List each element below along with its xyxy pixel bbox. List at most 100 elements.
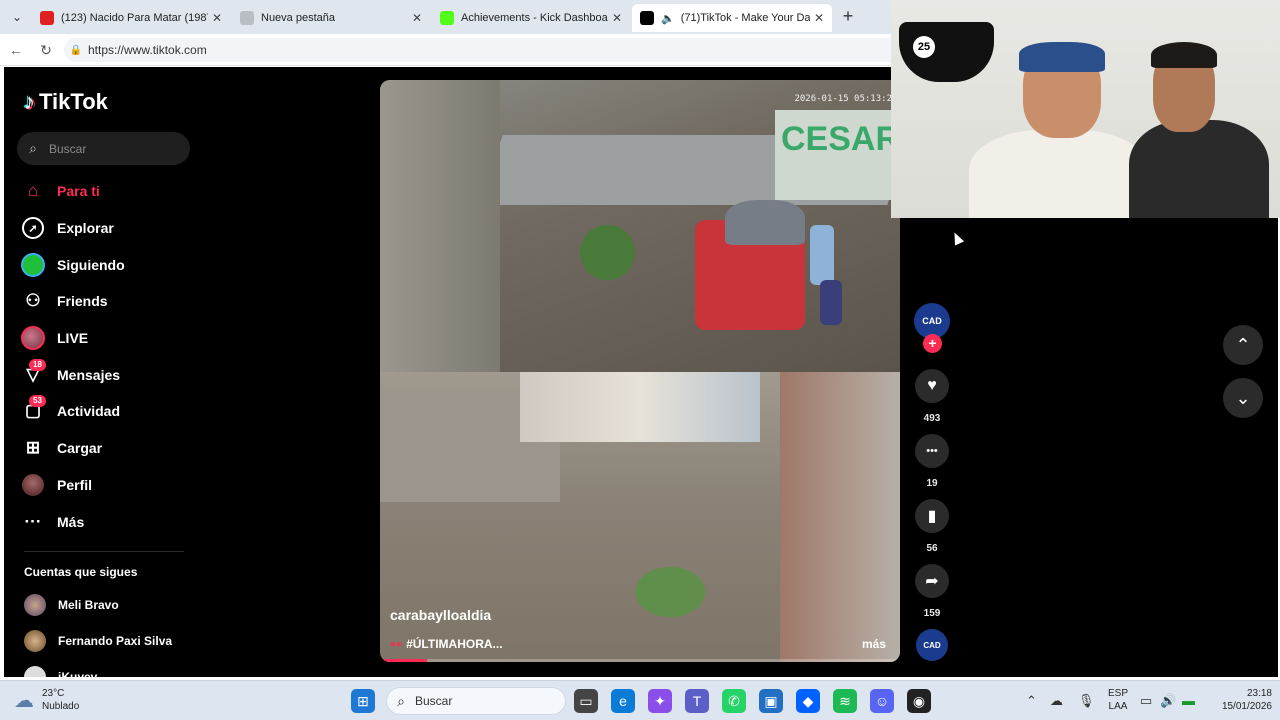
close-tab-icon[interactable]: ✕ (608, 11, 626, 25)
clock[interactable]: 23:18 15/01/2026 (1206, 687, 1272, 713)
shrub (580, 225, 635, 280)
following-account[interactable]: Fernando Paxi Silva (24, 630, 172, 652)
houses (520, 372, 760, 442)
previous-video-button[interactable]: ⌃ (1223, 325, 1263, 365)
sidebar-item-siguiendo[interactable]: Siguiendo (19, 246, 199, 283)
new-tab-plus-icon[interactable]: + (838, 6, 858, 26)
browser-tab-new[interactable]: Nueva pestaña ✕ (232, 4, 430, 32)
speaker-icon[interactable]: 🔈 (661, 12, 675, 25)
whatsapp-icon[interactable]: ✆ (722, 689, 746, 713)
browser-tab-kick[interactable]: Achievements - Kick Dashboard ✕ (432, 4, 630, 32)
chevron-up-icon: ⌃ (1235, 334, 1251, 355)
logo-text: TikTok (39, 89, 108, 114)
account-name: Meli Bravo (58, 598, 119, 612)
more-icon: ··· (24, 511, 42, 531)
store-icon[interactable]: ▣ (759, 689, 783, 713)
close-tab-icon[interactable]: ✕ (810, 11, 828, 25)
network-icon[interactable]: ▭ (1140, 693, 1152, 709)
close-tab-icon[interactable]: ✕ (208, 11, 226, 25)
address-bar[interactable]: 🔒 https://www.tiktok.com (64, 38, 904, 62)
search-icon: ⌕ (397, 692, 405, 709)
share-button[interactable]: ➦ 159 (914, 564, 950, 619)
video-author[interactable]: carabaylloaldia (390, 607, 491, 623)
tray-overflow-chevron-icon[interactable]: ⌃ (1026, 693, 1037, 709)
sidebar-item-para-ti[interactable]: ⌂ Para ti (19, 173, 199, 210)
follow-plus-icon[interactable]: + (923, 334, 942, 353)
tab-title: Achievements - Kick Dashboard (461, 12, 608, 24)
activity-badge: 53 (29, 395, 46, 408)
obs-icon[interactable]: ◉ (907, 689, 931, 713)
onedrive-icon[interactable]: ☁ (1050, 693, 1063, 709)
kick-favicon-icon (440, 11, 454, 25)
tab-title: (71)TikTok - Make Your Day (680, 12, 810, 24)
battery-icon[interactable]: ▬ (1182, 693, 1195, 708)
shorts-number: 25 (913, 36, 935, 58)
tab-title: Nueva pestaña (261, 12, 335, 24)
windows-start-icon[interactable]: ⊞ (351, 689, 375, 713)
tab-list-chevron-icon[interactable]: ⌄ (6, 6, 28, 28)
language-indicator[interactable]: ESP LAA (1106, 687, 1130, 713)
sidebar-item-explorar[interactable]: ➚ Explorar (19, 210, 199, 247)
sidebar-item-perfil[interactable]: Perfil (19, 467, 199, 504)
like-button[interactable]: ♥ 493 (914, 369, 950, 424)
task-view-icon[interactable]: ▭ (574, 689, 598, 713)
person-left-body (969, 130, 1149, 218)
sidebar-item-cargar[interactable]: ⊞ Cargar (19, 430, 199, 467)
sidebar-item-mas[interactable]: ··· Más (19, 503, 199, 540)
sidebar-item-label: Mensajes (57, 366, 121, 383)
author-avatar-text: CAD (922, 316, 942, 326)
video-progress-bar[interactable] (380, 659, 900, 662)
browser-tab-tiktok[interactable]: 🔈 (71)TikTok - Make Your Day ✕ (632, 4, 832, 32)
right-wall (780, 372, 900, 662)
tiktok-favicon-icon (640, 11, 654, 25)
teams-icon[interactable]: T (685, 689, 709, 713)
disc-text: CAD (923, 640, 941, 650)
copilot-icon[interactable]: ✦ (648, 689, 672, 713)
painted-wall: CESAR (775, 110, 900, 200)
lock-icon[interactable]: 🔒 (64, 45, 88, 56)
edge-icon[interactable]: e (611, 689, 635, 713)
reload-icon[interactable]: ↻ (36, 40, 56, 60)
weather-temp: 23°C (42, 688, 65, 699)
tiktok-logo[interactable]: ♪ TikTok (24, 89, 108, 115)
search-input[interactable]: ⌕ Buscar (17, 132, 190, 165)
sidebar-item-live[interactable]: LIVE (19, 320, 199, 357)
video-player[interactable]: CESAR 2026-01-15 05:13:2 carabaylloaldia… (380, 80, 900, 662)
comment-icon: ••• (915, 434, 949, 468)
avatar (24, 630, 46, 652)
chevron-down-icon: ⌄ (1235, 387, 1251, 408)
taskbar-search[interactable]: ⌕ Buscar (386, 687, 566, 715)
save-count: 56 (926, 543, 938, 554)
more-button[interactable]: más (862, 637, 886, 651)
next-video-button[interactable]: ⌄ (1223, 378, 1263, 418)
hanging-shorts: 25 (899, 22, 994, 82)
microphone-icon[interactable]: 🎙 (1078, 693, 1095, 709)
close-tab-icon[interactable]: ✕ (408, 11, 426, 25)
discord-icon[interactable]: ☺ (870, 689, 894, 713)
spotify-icon[interactable]: ≋ (833, 689, 857, 713)
comment-button[interactable]: ••• 19 (914, 434, 950, 489)
weather-widget[interactable]: ☁ 23°C Nublado (14, 687, 79, 713)
cctv-timestamp: 2026-01-15 05:13:2 (794, 94, 892, 104)
save-button[interactable]: ▮ 56 (914, 499, 950, 554)
sidebar-item-friends[interactable]: ⚇ Friends (19, 283, 199, 320)
person-right-hair (1151, 42, 1217, 68)
music-disc-avatar[interactable]: CAD (916, 629, 948, 661)
sidebar-item-mensajes[interactable]: ▽ 18 Mensajes (19, 356, 199, 393)
sidebar-item-label: Cargar (57, 440, 103, 457)
messages-icon: ▽ 18 (19, 358, 47, 387)
friends-icon: ⚇ (25, 291, 41, 311)
volume-icon[interactable]: 🔊 (1160, 693, 1176, 709)
following-account[interactable]: iKuyev (24, 666, 97, 677)
back-arrow-icon[interactable]: ← (6, 40, 26, 60)
messages-badge: 18 (29, 358, 46, 371)
avatar (24, 666, 46, 677)
sidebar-item-actividad[interactable]: ▢ 53 Actividad (19, 393, 199, 430)
comment-count: 19 (926, 478, 938, 489)
browser-tab-youtube[interactable]: (123) Nacido Para Matar (1987) Au ✕ (32, 4, 230, 32)
following-account[interactable]: Meli Bravo (24, 594, 119, 616)
dropbox-icon[interactable]: ◆ (796, 689, 820, 713)
clock-time: 23:18 (1246, 688, 1272, 699)
sidebar-divider (24, 551, 184, 552)
sidebar-item-label: Explorar (57, 220, 114, 237)
